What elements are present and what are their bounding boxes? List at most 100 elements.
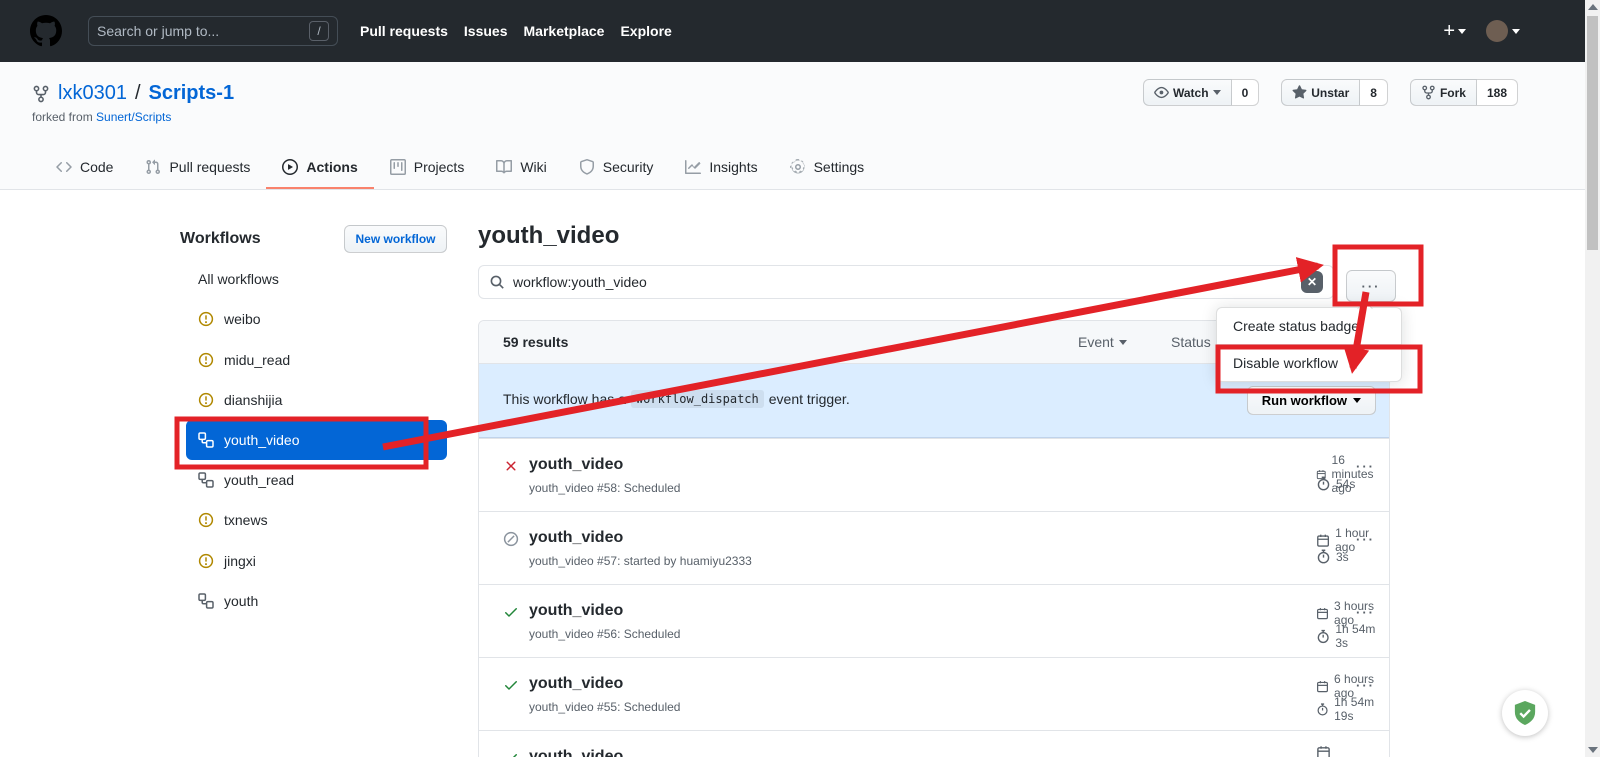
tab-settings[interactable]: Settings [774,145,881,189]
scroll-down-arrow-icon[interactable] [1588,747,1598,753]
warning-icon [198,392,214,408]
tab-projects[interactable]: Projects [374,145,481,189]
run-title-link[interactable]: youth_video [529,748,623,757]
tab-label: Code [80,159,113,175]
fork-source-link[interactable]: Sunert/Scripts [96,110,171,124]
new-workflow-button[interactable]: New workflow [344,225,447,253]
repo-separator: / [135,82,141,105]
sidebar-item-youth[interactable]: youth [186,581,447,621]
run-workflow-label: Run workflow [1262,393,1347,408]
tab-security[interactable]: Security [563,145,670,189]
graph-icon [685,159,701,175]
tab-label: Pull requests [169,159,250,175]
workflow-icon [198,593,214,609]
workflow-label: dianshijia [224,392,282,408]
fork-note: forked from Sunert/Scripts [32,110,171,124]
sidebar-item-youth-video[interactable]: youth_video [186,420,447,460]
scrollbar-thumb[interactable] [1587,16,1598,250]
run-duration: 3s [1316,549,1349,564]
scroll-up-arrow-icon[interactable] [1588,4,1598,10]
tab-code[interactable]: Code [40,145,129,189]
menu-item-create-status-badge[interactable]: Create status badge [1217,308,1401,344]
sidebar-item-youth-read[interactable]: youth_read [186,460,447,500]
run-title-link[interactable]: youth_video [529,456,623,474]
shield-check-fab-icon [1511,699,1539,727]
stopwatch-icon [1316,476,1331,491]
menu-item-disable-workflow[interactable]: Disable workflow [1217,345,1401,381]
global-header: Search or jump to... / Pull requests Iss… [0,0,1600,62]
tab-insights[interactable]: Insights [669,145,773,189]
chevron-down-icon [1213,90,1221,99]
run-duration: 1h 54m 19s [1316,695,1389,723]
run-options-kebab-button[interactable]: ··· [1356,678,1375,693]
workflow-label: txnews [224,512,268,528]
book-icon [496,159,512,175]
gear-icon [790,159,806,175]
run-options-kebab-button[interactable]: ··· [1356,532,1375,547]
workflow-icon [198,432,214,448]
workflow-label: All workflows [198,271,279,287]
page-scrollbar[interactable] [1585,0,1600,757]
repo-owner-link[interactable]: lxk0301 [58,82,127,105]
adguard-fab[interactable] [1502,690,1548,736]
tab-wiki[interactable]: Wiki [480,145,562,189]
chevron-down-icon [1458,29,1466,38]
check-success-icon [503,750,519,757]
banner-code: workflow_dispatch [631,390,764,408]
sidebar-item-jingxi[interactable]: jingxi [186,541,447,581]
create-new-menu[interactable]: + [1443,20,1466,43]
nav-issues[interactable]: Issues [464,23,508,39]
star-count[interactable]: 8 [1360,79,1388,106]
tab-label: Insights [709,159,757,175]
run-workflow-button[interactable]: Run workflow [1247,386,1376,415]
eye-icon [1154,85,1169,100]
nav-marketplace[interactable]: Marketplace [524,23,605,39]
user-menu[interactable] [1486,20,1520,42]
global-search-input[interactable]: Search or jump to... / [88,16,338,46]
warning-icon [198,352,214,368]
search-icon [489,274,505,290]
tab-actions[interactable]: Actions [266,145,373,189]
watch-count[interactable]: 0 [1232,79,1260,106]
event-filter-dropdown[interactable]: Event [1078,334,1127,350]
repo-name-link[interactable]: Scripts-1 [149,82,235,105]
check-success-icon [503,604,519,620]
fork-count[interactable]: 188 [1477,79,1518,106]
run-detail: youth_video #57: started by huamiyu2333 [529,554,752,568]
run-title-link[interactable]: youth_video [529,675,623,693]
nav-explore[interactable]: Explore [620,23,671,39]
github-actions-page: Search or jump to... / Pull requests Iss… [0,0,1600,757]
run-row: youth_video youth_video #58: Scheduled 1… [479,438,1389,511]
warning-icon [198,311,214,327]
fork-button[interactable]: Fork [1410,79,1477,106]
run-options-kebab-button[interactable]: ··· [1356,605,1375,620]
clear-search-button[interactable]: ✕ [1301,271,1323,293]
fork-button-group: Fork 188 [1410,79,1518,106]
github-logo-icon[interactable] [30,15,62,47]
check-success-icon [503,677,519,693]
workflows-heading: Workflows [180,230,261,248]
run-title-link[interactable]: youth_video [529,602,623,620]
chevron-down-icon [1353,398,1361,407]
watch-button[interactable]: Watch [1143,79,1232,106]
run-duration-text: 1h 54m 19s [1334,695,1389,723]
search-value: workflow:youth_video [513,274,1293,290]
filter-label: Status [1171,334,1211,350]
unstar-button[interactable]: Unstar [1281,79,1360,106]
run-title-link[interactable]: youth_video [529,529,623,547]
repo-forked-icon [1421,85,1436,100]
nav-pull-requests[interactable]: Pull requests [360,23,448,39]
run-duration: 54s [1316,476,1355,491]
workflow-label: midu_read [224,352,290,368]
sidebar-item-midu-read[interactable]: midu_read [186,340,447,380]
sidebar-item-txnews[interactable]: txnews [186,500,447,540]
workflow-run-search-input[interactable]: workflow:youth_video ✕ [478,265,1334,299]
header-right-cluster: + [1443,0,1520,62]
workflow-label: youth [224,593,258,609]
tab-pull-requests[interactable]: Pull requests [129,145,266,189]
sidebar-item-weibo[interactable]: weibo [186,299,447,339]
sidebar-item-all-workflows[interactable]: All workflows [186,259,447,299]
run-options-kebab-button[interactable]: ··· [1356,459,1375,474]
sidebar-item-dianshijia[interactable]: dianshijia [186,380,447,420]
warning-icon [198,512,214,528]
